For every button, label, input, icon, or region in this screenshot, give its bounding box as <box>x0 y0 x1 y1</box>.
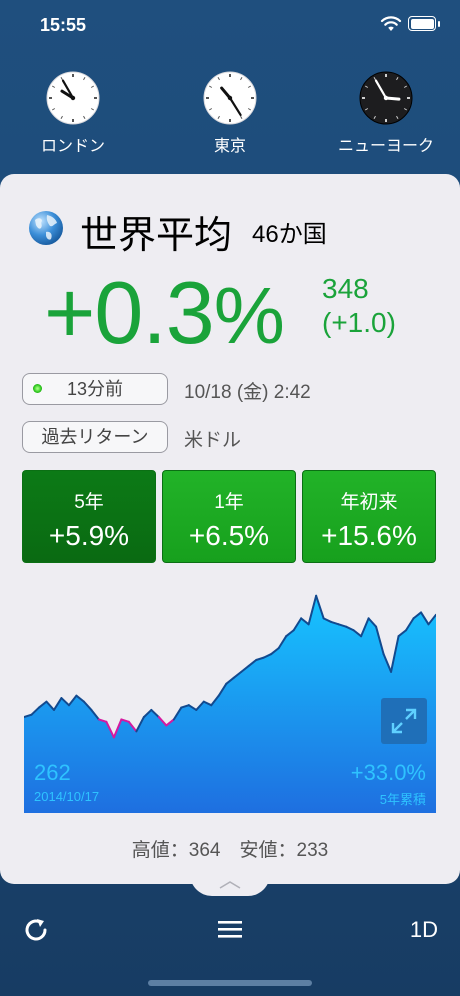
expand-chart-button[interactable] <box>381 698 427 744</box>
battery-icon <box>408 16 440 31</box>
index-change: (+1.0) <box>322 307 396 338</box>
percent-sign: % <box>213 271 285 360</box>
expand-icon <box>391 708 417 734</box>
change-percent: +0.3% <box>44 262 285 364</box>
index-level: 348 <box>322 273 369 304</box>
update-label: 13分前 <box>66 379 124 399</box>
clock-london[interactable]: ロンドン <box>13 70 133 156</box>
period-label: 1年 <box>214 492 244 513</box>
bottom-toolbar: 1D <box>0 900 460 960</box>
period-1y-button[interactable]: 1年 +6.5% <box>162 470 296 563</box>
page-title: 世界平均 <box>80 215 233 257</box>
refresh-icon[interactable] <box>22 916 50 944</box>
period-label: 年初来 <box>340 492 398 513</box>
range-selector[interactable]: 1D <box>410 917 438 943</box>
clock-city-label: ロンドン <box>40 138 105 155</box>
live-status-icon <box>33 384 42 393</box>
change-value: +0.3 <box>44 263 215 362</box>
update-datetime: 10/18 (金) 2:42 <box>184 382 311 403</box>
past-return-button[interactable]: 過去リターン <box>22 421 168 453</box>
clock-city-label: 東京 <box>213 138 246 155</box>
clock-city-label: ニューヨーク <box>337 138 434 155</box>
world-clocks: ロンドン 東京 ニューヨーク <box>0 70 460 165</box>
chart-start-date: 2014/10/17 <box>34 789 100 804</box>
card-pull-tab[interactable] <box>190 874 270 896</box>
clock-face-icon <box>46 71 100 125</box>
period-value: +6.5% <box>188 520 270 551</box>
index-value: 348 (+1.0) <box>322 272 396 340</box>
past-return-label: 過去リターン <box>41 427 149 447</box>
period-value: +15.6% <box>321 520 417 551</box>
wifi-icon <box>380 16 402 31</box>
clock-face-icon <box>359 71 413 125</box>
chart-start-value: 262 <box>34 760 71 785</box>
chart-cumulative-label: 5年累積 <box>379 792 426 807</box>
period-5y-button[interactable]: 5年 +5.9% <box>22 470 156 563</box>
currency-label: 米ドル <box>184 430 242 451</box>
status-bar: 15:55 <box>0 0 460 50</box>
home-indicator <box>148 980 312 986</box>
status-time: 15:55 <box>40 15 87 35</box>
globe-icon <box>29 211 63 245</box>
high-low-stats: 高値：364 安値：233 <box>131 840 329 861</box>
update-status-pill[interactable]: 13分前 <box>22 373 168 405</box>
clock-tokyo[interactable]: 東京 <box>170 70 290 156</box>
chevron-up-icon <box>219 881 241 889</box>
chart-cumulative-return: +33.0% <box>350 760 426 785</box>
clock-newyork[interactable]: ニューヨーク <box>326 70 446 156</box>
period-label: 5年 <box>74 492 104 513</box>
period-ytd-button[interactable]: 年初来 +15.6% <box>302 470 436 563</box>
menu-icon[interactable] <box>218 918 242 940</box>
country-count: 46か国 <box>252 221 327 248</box>
clock-face-icon <box>203 71 257 125</box>
period-value: +5.9% <box>48 520 130 551</box>
